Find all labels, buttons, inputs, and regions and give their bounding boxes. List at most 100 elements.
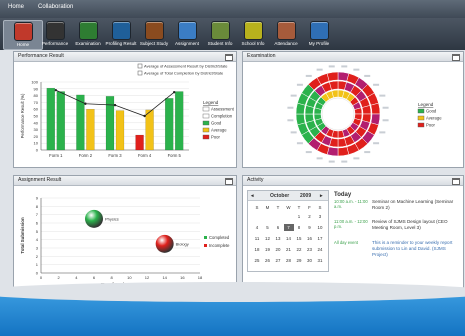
calendar-day[interactable]: 4 xyxy=(252,224,262,231)
calendar-day[interactable]: 22 xyxy=(294,246,304,253)
pencil-paper-icon xyxy=(178,21,197,40)
calendar-day[interactable]: 18 xyxy=(252,246,262,253)
calendar-day[interactable]: 24 xyxy=(315,246,325,253)
ring-label-placeholder xyxy=(382,119,389,122)
line-point xyxy=(113,103,117,107)
legend-swatch xyxy=(204,236,207,239)
legend-label: Assessment xyxy=(211,107,235,112)
x-tick-label: Form 2 xyxy=(79,153,93,158)
menu-collaboration[interactable]: Collaboration xyxy=(38,4,73,10)
calendar-day[interactable]: 23 xyxy=(305,246,315,253)
calendar-day[interactable]: 5 xyxy=(263,224,273,231)
calendar-day[interactable]: 31 xyxy=(315,257,325,264)
calendar-day[interactable]: 13 xyxy=(273,235,283,242)
legend-label: Average of Assessment Result by District… xyxy=(144,64,228,69)
bar xyxy=(56,91,65,151)
calendar-day[interactable]: 7 xyxy=(283,224,294,231)
ring-label-placeholder xyxy=(341,65,348,68)
calendar: ◂ October 2009 ▸ S M T W T F S 1 2 3 4 5 6 7 8 9 10 11 12 1… xyxy=(247,190,329,272)
calendar-day[interactable]: 30 xyxy=(305,257,315,264)
y-tick-label: 100 xyxy=(31,80,38,85)
weekday-label: F xyxy=(308,205,311,210)
calendar-day[interactable]: 10 xyxy=(315,224,325,231)
x-tick-label: 2 xyxy=(58,275,61,280)
ring-label-placeholder xyxy=(290,94,297,97)
weekday-label: W xyxy=(286,205,291,210)
ring-label-placeholder xyxy=(364,74,371,77)
line-point xyxy=(143,114,146,118)
calendar-day[interactable]: 19 xyxy=(263,246,273,253)
calendar-day[interactable]: 12 xyxy=(263,235,273,242)
performance-panel: Performance Result 0 10 20 30 40 50 60 70 80 90 10… xyxy=(13,51,237,168)
weekday-label: S xyxy=(318,205,322,210)
y-tick-label: 70 xyxy=(34,100,39,105)
y-tick-label: 10 xyxy=(34,141,39,146)
school-board-icon xyxy=(244,21,263,40)
calendar-day[interactable]: 29 xyxy=(294,257,304,264)
maximize-icon[interactable] xyxy=(452,178,460,185)
toolbar-button-my-profile[interactable]: My Profile xyxy=(300,20,338,48)
calendar-day[interactable]: 6 xyxy=(273,224,283,231)
panel-title: Assignment Result xyxy=(18,177,62,183)
next-month-icon[interactable]: ▸ xyxy=(320,193,323,199)
legend-swatch xyxy=(202,106,210,112)
legend-swatch xyxy=(202,127,210,133)
calendar-day[interactable]: 28 xyxy=(284,257,294,264)
event-text[interactable]: This is a reminder to your weekly report… xyxy=(372,240,460,258)
y-tick-label: 2 xyxy=(36,254,39,259)
book-icon xyxy=(145,21,164,40)
legend-label: Completed xyxy=(209,235,230,240)
y-tick-label: 90 xyxy=(34,86,39,91)
weekday-label: M xyxy=(265,205,270,210)
calendar-day[interactable]: 25 xyxy=(252,257,262,264)
panel-title: Activity xyxy=(247,177,264,183)
ring-segment xyxy=(326,71,339,82)
line-point xyxy=(54,88,57,92)
calendar-day[interactable]: 15 xyxy=(294,235,304,242)
calendar-day[interactable]: 1 xyxy=(294,213,304,220)
calendar-day[interactable]: 9 xyxy=(305,224,315,231)
y-tick-label: 0 xyxy=(36,148,39,153)
legend-label: Poor xyxy=(426,123,435,128)
ring-label-placeholder xyxy=(364,151,371,154)
x-tick-label: Form 1 xyxy=(49,153,63,158)
line-point xyxy=(84,102,87,105)
x-tick-label: 10 xyxy=(127,275,132,280)
examination-radial-chart: Legend Good Average Poor xyxy=(287,65,442,163)
calendar-day[interactable]: 3 xyxy=(315,213,325,220)
ring-label-placeholder xyxy=(341,160,348,163)
maximize-icon[interactable] xyxy=(225,178,233,185)
calendar-day[interactable]: 8 xyxy=(294,224,304,231)
y-tick-label: 30 xyxy=(34,127,39,132)
maximize-icon[interactable] xyxy=(225,54,233,61)
calendar-day[interactable]: 27 xyxy=(273,257,283,264)
calendar-day[interactable]: 21 xyxy=(284,246,294,253)
menu-home[interactable]: Home xyxy=(8,4,24,10)
event-text[interactable]: Review of SJMS Design layout (CEO Meetin… xyxy=(372,219,460,231)
maximize-icon[interactable] xyxy=(452,54,460,61)
calendar-month: October xyxy=(270,193,290,199)
event-text[interactable]: Seminar on Machine Learning (Seminar Roo… xyxy=(372,199,460,211)
x-tick-label: 4 xyxy=(75,275,78,280)
y-tick-label: 3 xyxy=(36,246,39,251)
calendar-day[interactable]: 11 xyxy=(252,235,262,242)
legend-swatch xyxy=(202,120,210,126)
panel-title: Examination xyxy=(247,53,276,59)
calendar-day[interactable]: 26 xyxy=(263,257,273,264)
x-tick-label: 8 xyxy=(111,275,114,280)
legend-swatch xyxy=(417,115,425,121)
y-tick-label: 80 xyxy=(34,93,39,98)
x-tick-label: 12 xyxy=(145,275,150,280)
y-tick-label: 40 xyxy=(34,120,39,125)
toolbar-label: My Profile xyxy=(308,41,330,46)
calendar-day[interactable]: 14 xyxy=(284,235,294,242)
y-axis-label: Total Submission xyxy=(20,217,25,254)
bubble xyxy=(85,209,103,228)
calendar-day[interactable]: 20 xyxy=(273,246,283,253)
y-tick-label: 20 xyxy=(34,134,39,139)
x-tick-label: 16 xyxy=(180,275,185,280)
prev-month-icon[interactable]: ◂ xyxy=(251,193,254,199)
calendar-day[interactable]: 16 xyxy=(305,235,315,242)
calendar-day[interactable]: 2 xyxy=(305,213,315,220)
calendar-day[interactable]: 17 xyxy=(315,235,325,242)
